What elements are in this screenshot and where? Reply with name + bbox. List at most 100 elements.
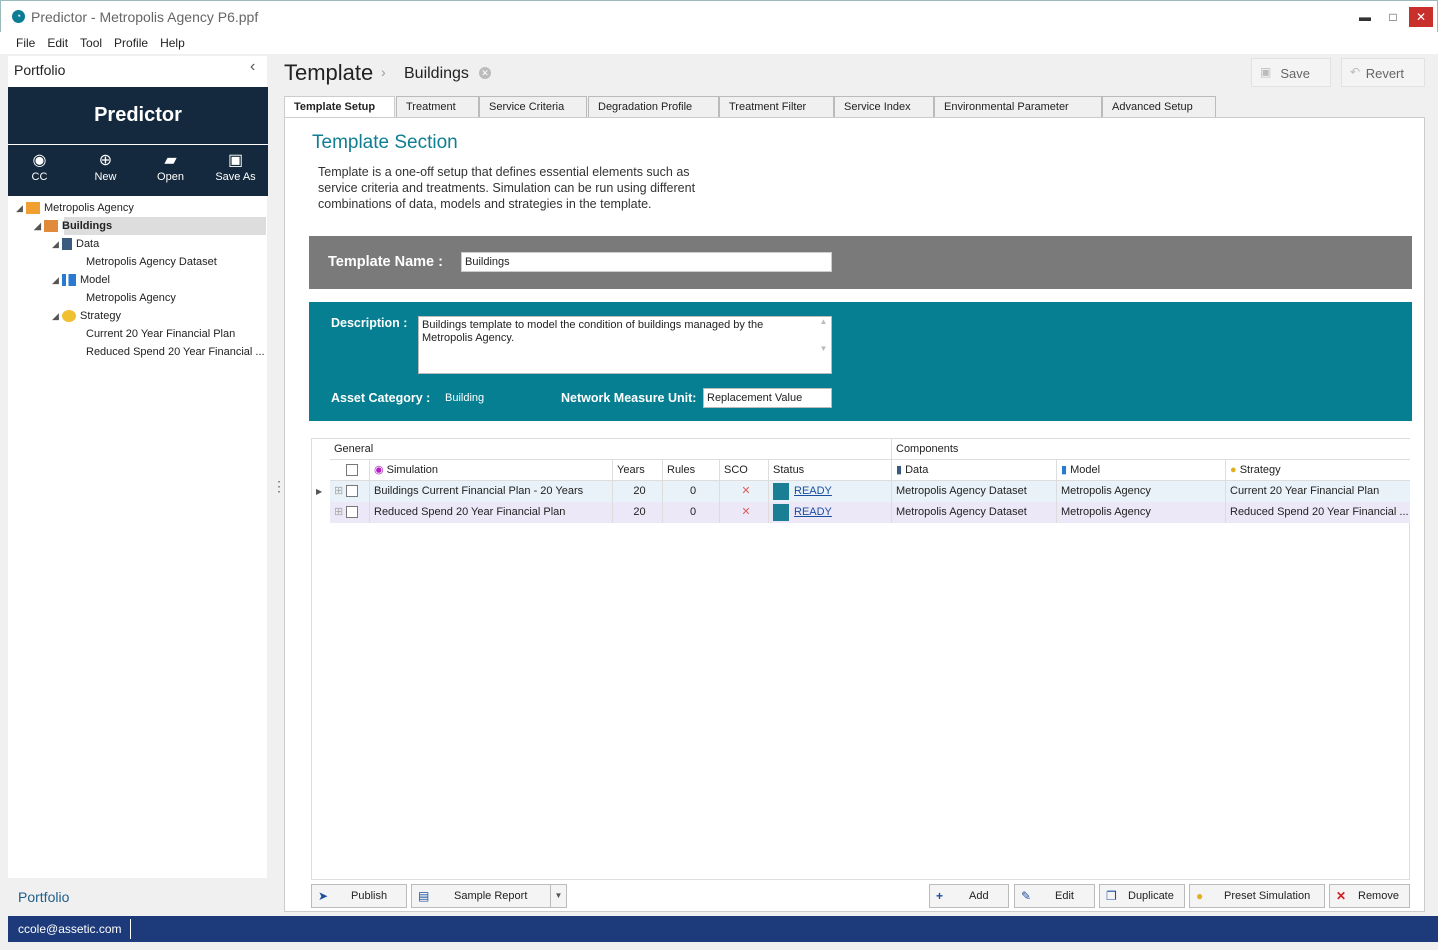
cell-strategy[interactable]: Reduced Spend 20 Year Financial ... xyxy=(1226,502,1410,523)
expand-arrow-icon[interactable]: ◢ xyxy=(52,271,62,289)
save-icon: ▣ xyxy=(227,152,244,169)
open-button[interactable]: ▰ Open xyxy=(143,151,198,183)
status-link[interactable]: READY xyxy=(794,506,832,518)
sample-report-button[interactable]: ▤ Sample Report ▼ xyxy=(411,884,567,908)
tab-advanced-setup[interactable]: Advanced Setup xyxy=(1102,96,1216,118)
row-checkbox[interactable] xyxy=(346,485,359,498)
template-name-input[interactable]: Buildings xyxy=(461,252,832,272)
sidebar-footer-link[interactable]: Portfolio xyxy=(18,889,69,905)
tab-environmental-parameter[interactable]: Environmental Parameter xyxy=(934,96,1102,118)
col-simulation[interactable]: ◉ Simulation xyxy=(370,460,613,481)
tree-item-buildings[interactable]: ◢ Buildings xyxy=(34,217,112,235)
brand-banner: Predictor xyxy=(8,87,268,144)
select-all-cell xyxy=(330,460,370,481)
network-measure-unit-input[interactable]: Replacement Value xyxy=(703,388,832,408)
agency-icon xyxy=(26,202,40,215)
cell-status: READY xyxy=(769,481,892,502)
cell-strategy[interactable]: Current 20 Year Financial Plan xyxy=(1226,481,1410,502)
cell-sco: ✕ xyxy=(720,502,769,523)
cell-years[interactable]: 20 xyxy=(613,481,663,502)
tab-service-criteria[interactable]: Service Criteria xyxy=(479,96,587,118)
row-checkbox[interactable] xyxy=(346,506,359,519)
tree-item-data[interactable]: ◢ Data xyxy=(52,235,99,253)
asset-category-value: Building xyxy=(445,392,485,404)
add-button[interactable]: + Add xyxy=(929,884,1009,908)
save-as-button[interactable]: ▣ Save As xyxy=(208,151,263,183)
close-breadcrumb-icon[interactable]: ✕ xyxy=(479,67,491,79)
description-label: Description : xyxy=(331,316,408,330)
tab-treatment[interactable]: Treatment xyxy=(396,96,479,118)
col-rules[interactable]: Rules xyxy=(663,460,720,481)
tab-degradation-profile[interactable]: Degradation Profile xyxy=(588,96,719,118)
col-strategy-label: Strategy xyxy=(1239,464,1281,476)
expand-arrow-icon[interactable]: ◢ xyxy=(34,217,44,235)
minimize-button[interactable]: ▬ xyxy=(1353,7,1377,27)
cell-rules[interactable]: 0 xyxy=(663,502,720,523)
menu-help[interactable]: Help xyxy=(154,32,191,50)
user-icon: ◉ xyxy=(32,152,47,169)
tree-item-model-agency[interactable]: Metropolis Agency xyxy=(86,289,176,307)
cell-simulation[interactable]: Buildings Current Financial Plan - 20 Ye… xyxy=(370,481,613,502)
col-strategy[interactable]: ● Strategy xyxy=(1226,460,1410,481)
coins-icon: ● xyxy=(1230,464,1240,476)
publish-button[interactable]: ➤ Publish xyxy=(311,884,407,908)
cell-data[interactable]: Metropolis Agency Dataset xyxy=(892,502,1057,523)
expand-arrow-icon[interactable]: ◢ xyxy=(52,307,62,325)
tab-service-index[interactable]: Service Index xyxy=(834,96,934,118)
duplicate-label: Duplicate xyxy=(1128,890,1174,902)
status-link[interactable]: READY xyxy=(794,485,832,497)
tree-item-strategy[interactable]: ◢ Strategy xyxy=(52,307,121,325)
select-all-checkbox[interactable] xyxy=(345,464,358,477)
remove-label: Remove xyxy=(1358,890,1399,902)
revert-button[interactable]: ↶ Revert xyxy=(1341,58,1425,87)
cell-simulation[interactable]: Reduced Spend 20 Year Financial Plan xyxy=(370,502,613,523)
open-label: Open xyxy=(157,171,184,183)
expand-row-icon[interactable]: ⊞ xyxy=(334,485,346,497)
preset-simulation-button[interactable]: ● Preset Simulation xyxy=(1189,884,1325,908)
close-window-button[interactable]: ✕ xyxy=(1409,7,1433,27)
tree-item-model[interactable]: ◢ Model xyxy=(52,271,110,289)
dropdown-chevron-icon[interactable]: ▼ xyxy=(550,885,566,907)
expand-arrow-icon[interactable]: ◢ xyxy=(16,199,26,217)
remove-button[interactable]: ✕ Remove xyxy=(1329,884,1410,908)
new-label: New xyxy=(94,171,117,183)
menu-tool[interactable]: Tool xyxy=(74,32,108,50)
cell-model[interactable]: Metropolis Agency xyxy=(1057,502,1226,523)
save-button[interactable]: ▣ Save xyxy=(1251,58,1331,87)
tab-treatment-filter[interactable]: Treatment Filter xyxy=(719,96,834,118)
description-textarea[interactable]: Buildings template to model the conditio… xyxy=(418,316,832,374)
cell-model[interactable]: Metropolis Agency xyxy=(1057,481,1226,502)
section-description: Template is a one-off setup that defines… xyxy=(318,165,696,211)
description-scrollbar[interactable]: ▲ ▼ xyxy=(816,317,831,373)
tree-item-agency[interactable]: ◢ Metropolis Agency xyxy=(16,199,134,217)
tree-item-dataset[interactable]: Metropolis Agency Dataset xyxy=(86,253,217,271)
col-sco[interactable]: SCO xyxy=(720,460,769,481)
status-bar: ccole@assetic.com xyxy=(8,916,1438,942)
send-icon: ➤ xyxy=(318,889,329,903)
menu-edit[interactable]: Edit xyxy=(41,32,74,50)
col-data[interactable]: ▮ Data xyxy=(892,460,1057,481)
collapse-sidebar-icon[interactable]: ‹ xyxy=(250,58,255,76)
expand-arrow-icon[interactable]: ◢ xyxy=(52,235,62,253)
cell-years[interactable]: 20 xyxy=(613,502,663,523)
col-status[interactable]: Status xyxy=(769,460,892,481)
expand-row-icon[interactable]: ⊞ xyxy=(334,506,346,518)
edit-button[interactable]: ✎ Edit xyxy=(1014,884,1095,908)
cell-status: READY xyxy=(769,502,892,523)
menu-profile[interactable]: Profile xyxy=(108,32,154,50)
maximize-button[interactable]: □ xyxy=(1381,7,1405,27)
tree-item-strategy-2[interactable]: Reduced Spend 20 Year Financial ... xyxy=(86,343,265,361)
tree-item-strategy-1[interactable]: Current 20 Year Financial Plan xyxy=(86,325,235,343)
save-icon: ▣ xyxy=(1260,65,1272,79)
breadcrumb-root[interactable]: Template xyxy=(284,60,373,86)
tab-template-setup[interactable]: Template Setup xyxy=(284,96,395,119)
cell-rules[interactable]: 0 xyxy=(663,481,720,502)
cell-data[interactable]: Metropolis Agency Dataset xyxy=(892,481,1057,502)
col-model[interactable]: ▮ Model xyxy=(1057,460,1226,481)
duplicate-button[interactable]: ❐ Duplicate xyxy=(1099,884,1185,908)
menu-bar: File Edit Tool Profile Help xyxy=(0,32,1438,54)
new-button[interactable]: ⊕ New xyxy=(78,151,133,183)
menu-file[interactable]: File xyxy=(10,32,41,50)
cc-button[interactable]: ◉ CC xyxy=(12,151,67,183)
col-years[interactable]: Years xyxy=(613,460,663,481)
